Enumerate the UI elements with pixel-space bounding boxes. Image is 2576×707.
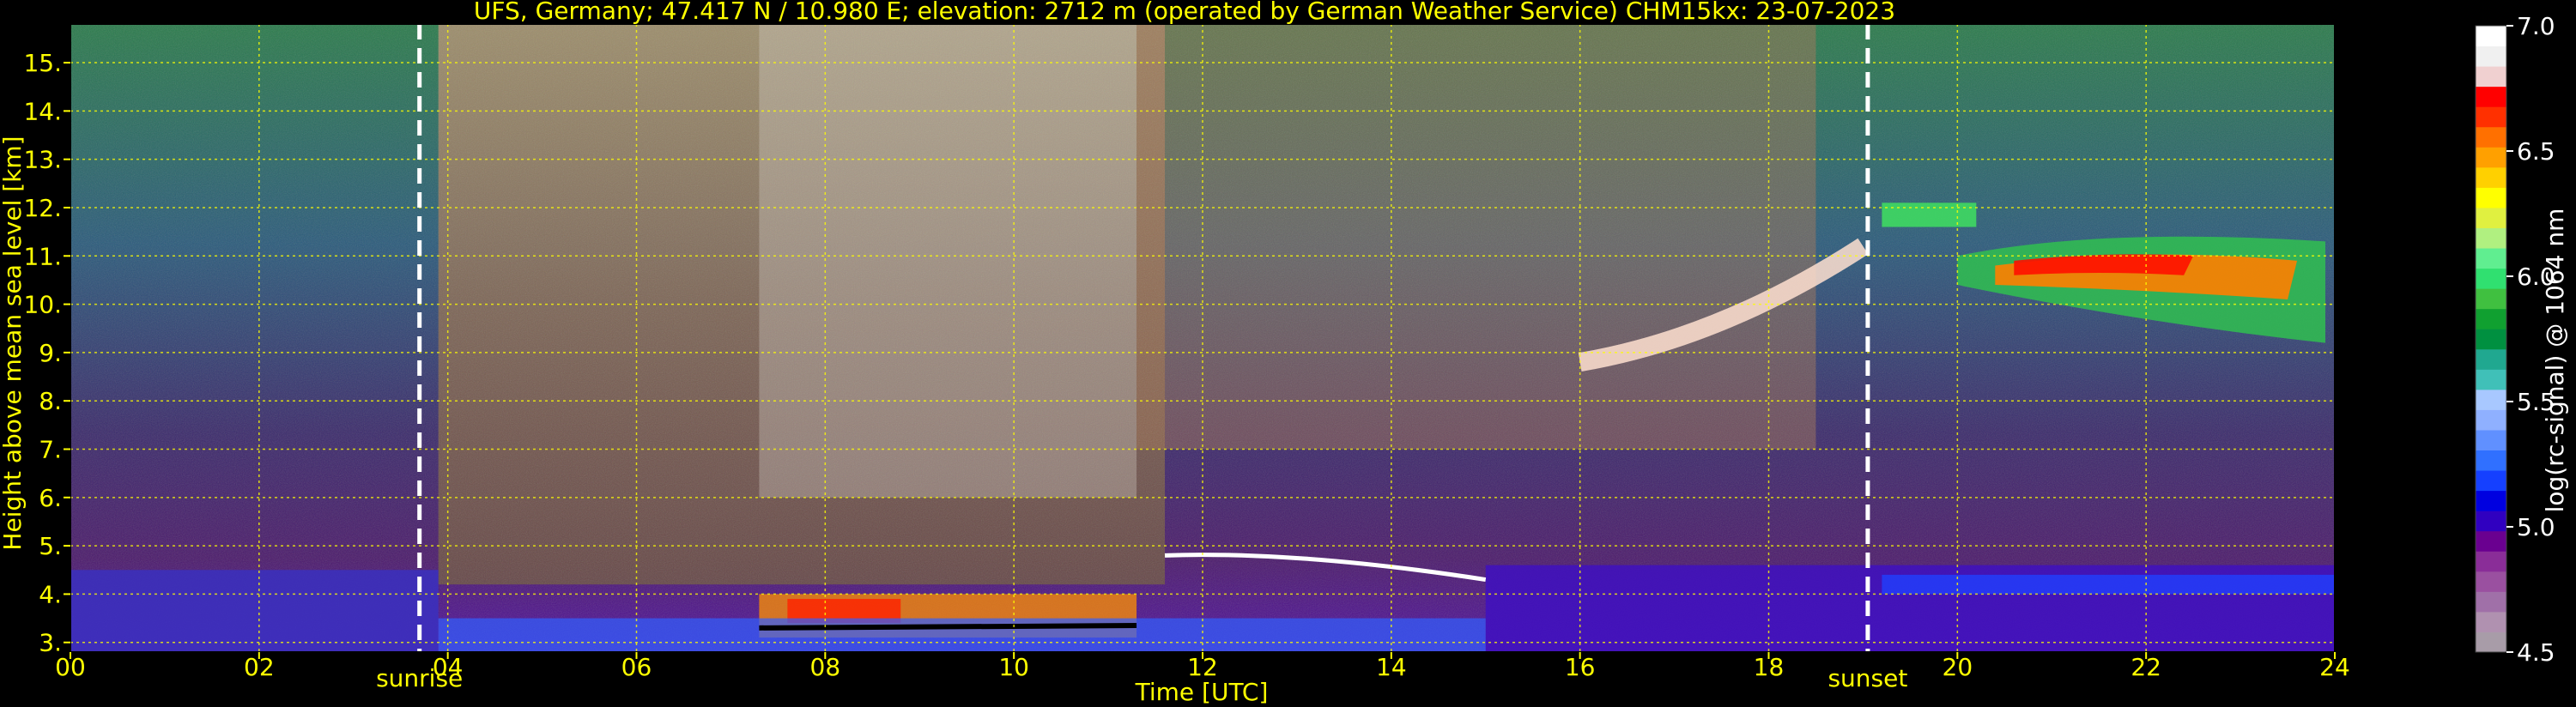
colorbar-segment <box>2476 207 2506 228</box>
layer-top-line <box>759 623 1137 631</box>
colorbar-segment <box>2476 166 2506 188</box>
colorbar-segment <box>2476 66 2506 88</box>
lidar-chart: sunrise sunset 00 02 04 06 08 10 12 14 16 18 20 22 24… <box>0 0 2569 706</box>
x-tick-label: 04 <box>433 653 464 681</box>
y-axis-label: Height above mean sea level [km] <box>0 136 27 550</box>
chart-title: UFS, Germany; 47.417 N / 10.980 E; eleva… <box>474 0 1895 25</box>
colorbar-segment <box>2476 591 2506 613</box>
colorbar-segment <box>2476 227 2506 249</box>
y-tick-label: 13. <box>23 146 62 174</box>
y-tick-label: 11. <box>23 242 62 270</box>
x-tick-label: 02 <box>244 653 275 681</box>
x-tick-label: 18 <box>1754 653 1785 681</box>
x-tick-label: 06 <box>621 653 652 681</box>
colorbar-segment <box>2476 511 2506 532</box>
cirrus-patch <box>1882 202 1977 227</box>
colorbar-segment <box>2476 86 2506 107</box>
y-tick-label: 5. <box>39 532 62 560</box>
marker-label-sunset: sunset <box>1827 664 1907 692</box>
colorbar-segment <box>2476 106 2506 128</box>
y-tick-label: 14. <box>23 97 62 125</box>
y-tick-label: 15. <box>23 49 62 77</box>
colorbar-segment <box>2476 631 2506 653</box>
colorbar-segment <box>2476 409 2506 431</box>
x-tick-label: 14 <box>1376 653 1407 681</box>
colorbar-segment <box>2476 571 2506 592</box>
colorbar-segment <box>2476 308 2506 329</box>
x-tick-label: 22 <box>2131 653 2161 681</box>
x-tick-label: 20 <box>1943 653 1973 681</box>
evening-layer-top <box>1882 574 2335 595</box>
colorbar-segment <box>2476 530 2506 552</box>
colorbar-tick-label: 7.0 <box>2517 12 2555 40</box>
colorbar-tick-label: 5.0 <box>2517 513 2555 541</box>
y-tick-label: 8. <box>39 387 62 415</box>
colorbar-segment <box>2476 389 2506 410</box>
y-tick-label: 3. <box>39 629 62 657</box>
ground-layer <box>438 618 1486 652</box>
x-tick-label: 24 <box>2319 653 2350 681</box>
y-tick-label: 6. <box>39 484 62 512</box>
y-tick-label: 12. <box>23 194 62 222</box>
y-tick-label: 9. <box>39 339 62 367</box>
night-low-layer <box>70 570 439 652</box>
colorbar-label: log(rc-signal) @ 1064 nm <box>2541 208 2569 513</box>
colorbar-segment <box>2476 450 2506 471</box>
colorbar-segment <box>2476 369 2506 390</box>
colorbar-segment <box>2476 26 2506 47</box>
colorbar-segment <box>2476 429 2506 451</box>
x-tick-label: 16 <box>1565 653 1596 681</box>
colorbar-segment <box>2476 348 2506 370</box>
x-tick-label: 08 <box>810 653 841 681</box>
colorbar-segment <box>2476 187 2506 208</box>
colorbar-segment <box>2476 329 2506 350</box>
colorbar-segment <box>2476 470 2506 492</box>
colorbar-segment <box>2476 288 2506 310</box>
y-tick-label: 4. <box>39 580 62 608</box>
colorbar-segment <box>2476 490 2506 511</box>
colorbar-tick-label: 4.5 <box>2517 638 2555 667</box>
colorbar-segment <box>2476 126 2506 148</box>
x-tick-label: 10 <box>998 653 1029 681</box>
colorbar-segment <box>2476 45 2506 67</box>
colorbar-segment <box>2476 268 2506 289</box>
x-axis-label: Time [UTC] <box>1135 678 1269 706</box>
colorbar-segment <box>2476 147 2506 168</box>
colorbar-segment <box>2476 611 2506 632</box>
colorbar-tick-label: 6.5 <box>2517 137 2555 166</box>
y-tick-label: 7. <box>39 436 62 464</box>
x-tick-label: 00 <box>55 653 86 681</box>
y-tick-label: 10. <box>23 291 62 319</box>
colorbar-segment <box>2476 248 2506 269</box>
colorbar-segment <box>2476 551 2506 572</box>
